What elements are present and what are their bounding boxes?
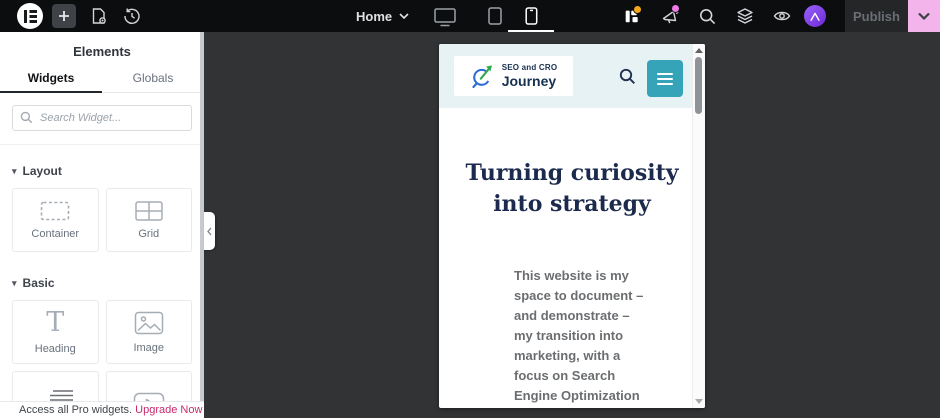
widgets-panel: Elements Widgets Globals ▾ Layout Contai…	[0, 32, 204, 418]
site-header: SEO and CRO Journey	[439, 44, 705, 108]
preview-scrollbar[interactable]	[692, 44, 705, 408]
device-mobile-button[interactable]	[519, 7, 543, 25]
editor-canvas: SEO and CRO Journey Turning curiosity in…	[204, 32, 940, 418]
tab-globals[interactable]: Globals	[102, 64, 204, 92]
container-icon	[40, 201, 70, 221]
chevron-left-icon	[207, 227, 212, 235]
publish-options-button[interactable]	[908, 0, 940, 32]
scroll-down-icon[interactable]	[695, 399, 703, 404]
scroll-up-icon[interactable]	[695, 48, 703, 53]
structure-icon[interactable]	[736, 7, 754, 25]
layout-widgets: Container Grid	[12, 188, 192, 252]
add-template-icon[interactable]	[90, 7, 108, 25]
elementor-logo-icon[interactable]	[17, 3, 43, 29]
active-device-indicator	[508, 30, 554, 32]
editor-top-bar: Home Publish	[0, 0, 940, 32]
document-title: Home	[356, 8, 393, 24]
widget-label: Container	[31, 227, 80, 240]
widget-label: Grid	[138, 227, 160, 240]
chevron-down-icon	[918, 12, 930, 20]
scrollbar-thumb[interactable]	[695, 57, 702, 114]
notifications-dot	[671, 4, 680, 13]
site-paragraph[interactable]: This website is my space to document – and…	[514, 266, 664, 406]
widget-search	[12, 105, 192, 131]
section-label: Layout	[22, 164, 62, 178]
panel-tabs: Widgets Globals	[0, 64, 204, 93]
search-icon	[20, 111, 33, 124]
widget-label: Image	[133, 341, 165, 354]
panel-collapse-handle[interactable]	[204, 212, 215, 250]
grid-icon	[135, 200, 163, 221]
widget-card-image[interactable]: Image	[105, 300, 192, 364]
section-layout[interactable]: ▾ Layout	[12, 164, 192, 178]
publish-label: Publish	[853, 8, 900, 24]
device-tablet-button[interactable]	[483, 7, 507, 25]
add-element-button[interactable]	[52, 4, 76, 28]
widget-label: Heading	[34, 343, 76, 355]
caret-down-icon: ▾	[12, 165, 17, 176]
pro-widgets-banner: Access all Pro widgets. Upgrade Now	[0, 401, 204, 418]
launchpad-notification-dot	[633, 5, 642, 14]
section-label: Basic	[22, 276, 55, 290]
banner-text: Access all Pro widgets.	[19, 404, 133, 416]
publish-button[interactable]: Publish	[845, 0, 908, 32]
heading-icon: T	[46, 307, 65, 338]
widget-card-heading[interactable]: T Heading	[12, 300, 99, 364]
site-logo[interactable]: SEO and CRO Journey	[454, 56, 573, 96]
hamburger-menu-button[interactable]	[647, 60, 683, 97]
finder-search-icon[interactable]	[698, 7, 716, 25]
site-heading[interactable]: Turning curiosity into strategy	[444, 158, 700, 220]
tab-widgets[interactable]: Widgets	[0, 64, 102, 93]
caret-down-icon: ▾	[12, 277, 17, 288]
widget-card-container[interactable]: Container	[12, 188, 99, 252]
logo-line-2: Journey	[501, 73, 557, 89]
divider	[0, 144, 204, 145]
logo-line-1: SEO and CRO	[501, 63, 558, 72]
document-switcher[interactable]: Home	[356, 0, 409, 32]
device-desktop-button[interactable]	[433, 7, 457, 26]
seo-logo-icon	[472, 65, 492, 89]
preview-eye-icon[interactable]	[772, 8, 792, 24]
history-icon[interactable]	[123, 7, 141, 25]
search-widget-input[interactable]	[12, 105, 192, 131]
chevron-down-icon	[399, 13, 409, 19]
upgrade-now-link[interactable]: Upgrade Now	[135, 404, 202, 416]
site-logo-text: SEO and CRO Journey	[501, 63, 558, 89]
panel-title: Elements	[73, 44, 131, 59]
site-search-icon[interactable]	[619, 68, 636, 85]
widget-card-grid[interactable]: Grid	[105, 188, 192, 252]
user-avatar[interactable]	[804, 5, 826, 27]
section-basic[interactable]: ▾ Basic	[12, 276, 192, 290]
image-icon	[134, 311, 164, 335]
mobile-preview-frame: SEO and CRO Journey Turning curiosity in…	[439, 44, 705, 408]
